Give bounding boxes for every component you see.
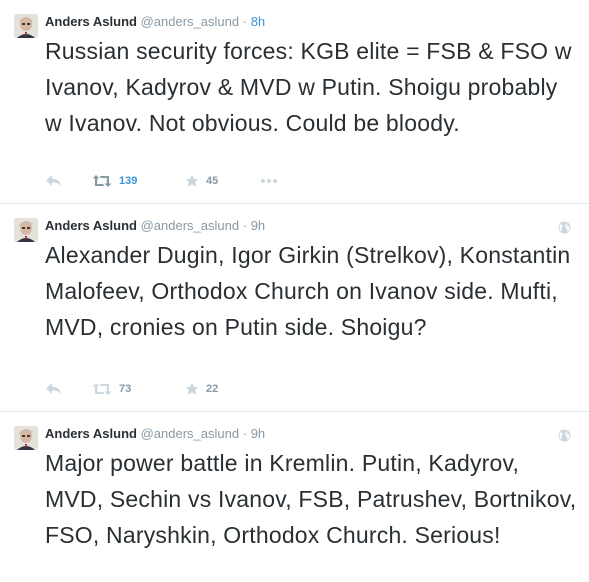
tweet[interactable]: Anders Aslund @anders_aslund · 9h Alexan… — [0, 204, 589, 412]
retweet-icon — [92, 175, 112, 187]
tweet-header: Anders Aslund @anders_aslund · 9h — [45, 216, 577, 236]
tweet-text: Russian security forces: KGB elite = FSB… — [45, 38, 572, 136]
star-icon — [185, 382, 199, 395]
tweet[interactable]: Anders Aslund @anders_aslund · 9h Major … — [0, 412, 589, 582]
more-dots-icon — [261, 179, 277, 183]
tweet-header: Anders Aslund @anders_aslund · 8h — [45, 12, 577, 32]
avatar[interactable] — [14, 426, 38, 450]
avatar[interactable] — [14, 218, 38, 242]
avatar[interactable] — [14, 14, 38, 38]
author-handle[interactable]: @anders_aslund — [141, 14, 239, 29]
favorite-button[interactable]: 22 — [185, 379, 218, 399]
more-button[interactable] — [260, 171, 278, 191]
author-handle[interactable]: @anders_aslund — [141, 426, 239, 441]
timestamp[interactable]: 9h — [251, 426, 265, 441]
tweet-timeline: Anders Aslund @anders_aslund · 8h Russia… — [0, 0, 589, 582]
globe-icon[interactable] — [558, 221, 571, 234]
star-icon — [185, 174, 199, 187]
author-name[interactable]: Anders Aslund — [45, 426, 137, 441]
reply-button[interactable] — [45, 379, 63, 399]
separator: · — [242, 218, 248, 233]
author-name[interactable]: Anders Aslund — [45, 218, 137, 233]
retweet-count: 139 — [119, 175, 138, 187]
timestamp[interactable]: 9h — [251, 218, 265, 233]
tweet-text: Major power battle in Kremlin. Putin, Ka… — [45, 450, 577, 548]
reply-icon — [46, 175, 61, 186]
tweet-text: Alexander Dugin, Igor Girkin (Strelkov),… — [45, 242, 571, 340]
retweet-count: 73 — [119, 383, 132, 395]
separator: · — [242, 426, 248, 441]
retweet-icon — [92, 383, 112, 395]
retweet-button[interactable]: 73 — [92, 379, 131, 399]
tweet[interactable]: Anders Aslund @anders_aslund · 8h Russia… — [0, 0, 589, 204]
separator: · — [242, 14, 248, 29]
globe-icon[interactable] — [558, 429, 571, 442]
favorite-count: 22 — [206, 383, 219, 395]
tweet-header: Anders Aslund @anders_aslund · 9h — [45, 424, 577, 444]
favorite-count: 45 — [206, 175, 219, 187]
reply-button[interactable] — [45, 171, 63, 191]
favorite-button[interactable]: 45 — [185, 171, 218, 191]
timestamp[interactable]: 8h — [251, 14, 265, 29]
author-name[interactable]: Anders Aslund — [45, 14, 137, 29]
author-handle[interactable]: @anders_aslund — [141, 218, 239, 233]
reply-icon — [46, 383, 61, 394]
retweet-button[interactable]: 139 — [92, 171, 137, 191]
